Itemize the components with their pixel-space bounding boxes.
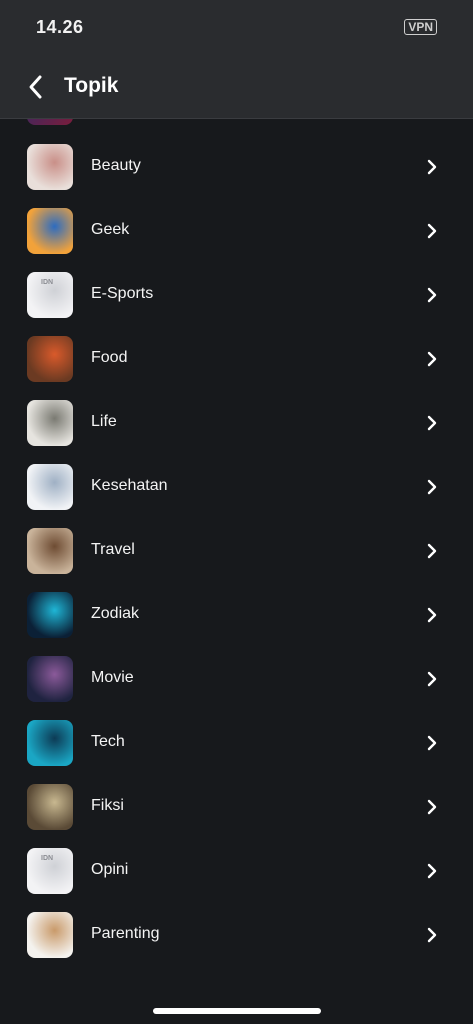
topic-thumbnail — [27, 144, 73, 190]
back-button[interactable] — [20, 70, 50, 104]
topic-label: Opini — [91, 861, 129, 878]
topic-item-zodiak[interactable]: Zodiak — [0, 583, 473, 647]
chevron-right-icon — [427, 863, 437, 879]
thumbnail-logo-text: IDN — [41, 855, 54, 862]
topic-thumbnail — [27, 656, 73, 702]
chevron-right-icon — [427, 351, 437, 367]
topic-thumbnail — [27, 208, 73, 254]
chevron-right-icon — [427, 607, 437, 623]
topic-item-opini[interactable]: IDN Opini — [0, 839, 473, 903]
chevron-right-icon — [427, 223, 437, 239]
topic-thumbnail — [27, 592, 73, 638]
topic-item-tech[interactable]: Tech — [0, 711, 473, 775]
status-bar: 14.26 VPN — [0, 0, 473, 56]
topic-label: Geek — [91, 221, 130, 238]
page-title: Topik — [64, 74, 119, 97]
topic-item-life[interactable]: Life — [0, 391, 473, 455]
chevron-right-icon — [427, 287, 437, 303]
topic-list[interactable]: Beauty Geek IDN E-Sports Food Life Kesehatan Tr… — [0, 119, 473, 989]
topic-item-fiksi[interactable]: Fiksi — [0, 775, 473, 839]
chevron-right-icon — [427, 671, 437, 687]
vpn-badge: VPN — [404, 19, 437, 35]
topic-label: Fiksi — [91, 797, 124, 814]
status-time: 14.26 — [36, 17, 84, 37]
topic-thumbnail — [27, 464, 73, 510]
topic-label: Tech — [91, 733, 125, 750]
topic-label: Zodiak — [91, 605, 140, 622]
topic-thumbnail — [27, 912, 73, 958]
topic-item-geek[interactable]: Geek — [0, 199, 473, 263]
topic-item-kesehatan[interactable]: Kesehatan — [0, 455, 473, 519]
topic-label: Movie — [91, 669, 134, 686]
topic-label: Travel — [91, 541, 135, 558]
topic-thumbnail — [27, 720, 73, 766]
topic-label: Beauty — [91, 157, 141, 174]
chevron-right-icon — [427, 735, 437, 751]
topic-thumbnail-partial — [27, 119, 73, 125]
topic-thumbnail — [27, 528, 73, 574]
home-indicator — [153, 1008, 321, 1014]
chevron-right-icon — [427, 415, 437, 431]
chevron-right-icon — [427, 799, 437, 815]
topic-label: E-Sports — [91, 285, 154, 302]
chevron-right-icon — [427, 927, 437, 943]
topic-thumbnail — [27, 784, 73, 830]
header-bar: Topik — [0, 56, 473, 119]
topic-label: Life — [91, 413, 117, 430]
thumbnail-logo-text: IDN — [41, 279, 54, 286]
topic-thumbnail: IDN — [27, 272, 73, 318]
topic-item-parenting[interactable]: Parenting — [0, 903, 473, 967]
chevron-right-icon — [427, 543, 437, 559]
chevron-right-icon — [427, 159, 437, 175]
topic-thumbnail — [27, 336, 73, 382]
topic-item-movie[interactable]: Movie — [0, 647, 473, 711]
topic-item-beauty[interactable]: Beauty — [0, 135, 473, 199]
topic-item-travel[interactable]: Travel — [0, 519, 473, 583]
topic-label: Kesehatan — [91, 477, 168, 494]
topic-label: Food — [91, 349, 128, 366]
chevron-right-icon — [427, 479, 437, 495]
topic-thumbnail — [27, 400, 73, 446]
topic-item-e-sports[interactable]: IDN E-Sports — [0, 263, 473, 327]
topic-label: Parenting — [91, 925, 160, 942]
topic-thumbnail: IDN — [27, 848, 73, 894]
chevron-left-icon — [29, 75, 42, 99]
topic-item-food[interactable]: Food — [0, 327, 473, 391]
